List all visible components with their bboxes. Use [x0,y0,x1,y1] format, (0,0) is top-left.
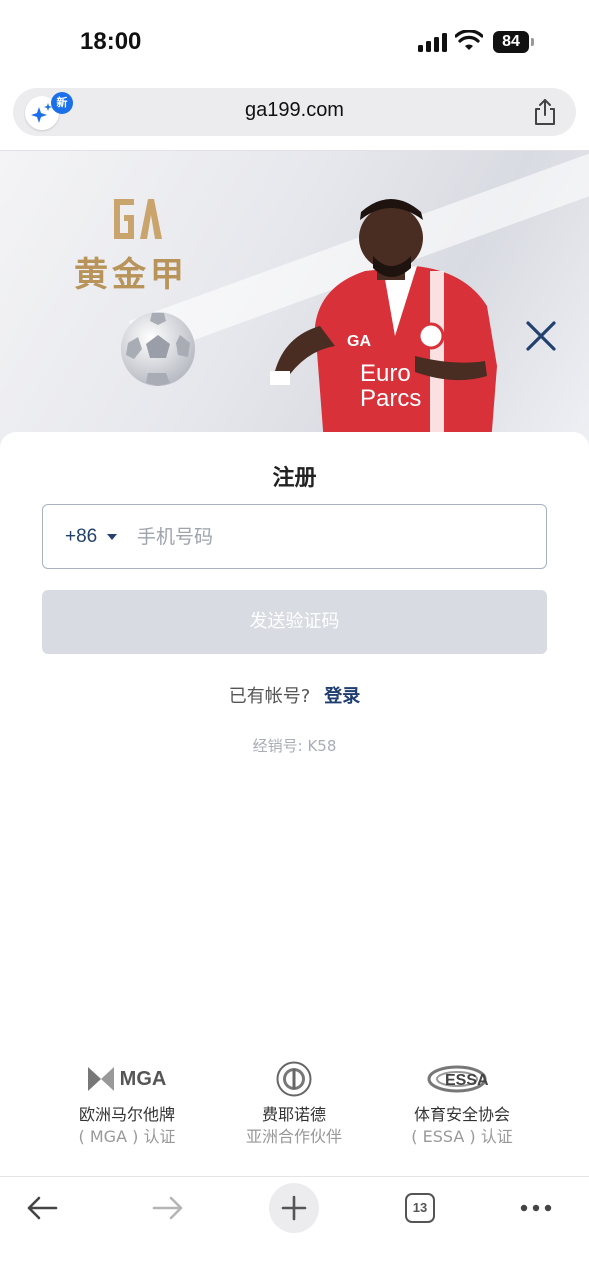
partner-sub: ( MGA ) 认证 [78,1127,176,1146]
brand-name: 黄金甲 [74,255,188,295]
signal-icon [418,32,448,52]
feyenoord-logo [209,1060,379,1098]
tabs-button[interactable]: 13 [395,1183,445,1233]
mga-logo-text: MGA [119,1067,167,1090]
feyenoord-crest-icon [276,1061,312,1097]
have-account-text: 已有帐号? [228,686,311,707]
more-button[interactable] [511,1183,561,1233]
partner-name: 费耶诺德 [261,1105,326,1124]
partner-sub: 亚洲合作伙伴 [245,1127,342,1146]
login-link[interactable]: 登录 [324,686,360,707]
url-text[interactable]: ga199.com [13,99,576,122]
phone-input[interactable] [137,519,527,555]
partner-sub: ( ESSA ) 认证 [411,1127,513,1146]
partner-mga: MGA 欧洲马尔他牌 ( MGA ) 认证 [42,1060,212,1148]
hero-banner: 黄金甲 Euro Parcs GA [0,150,589,450]
essa-logo-text: ESSA [445,1072,489,1089]
mga-logo: MGA [42,1060,212,1098]
svg-text:Euro: Euro [360,360,411,387]
back-arrow-icon [27,1196,58,1220]
plus-icon [281,1195,307,1221]
essa-logo-icon: ESSA [427,1065,489,1093]
partner-name: 体育安全协会 [413,1105,510,1124]
new-tab-button[interactable] [269,1183,319,1233]
status-bar: 18:00 84 [0,0,589,86]
partner-name: 欧洲马尔他牌 [78,1105,175,1124]
dealer-code: 经销号: K58 [252,737,337,755]
partner-essa: ESSA 体育安全协会 ( ESSA ) 认证 [377,1060,547,1148]
forward-button[interactable] [143,1183,193,1233]
phone-field[interactable]: +86 [42,504,547,569]
share-icon[interactable] [532,98,558,126]
tab-count-icon: 13 [405,1193,435,1223]
player-image: Euro Parcs GA [270,199,497,450]
country-code-select[interactable]: +86 [65,526,97,548]
status-time: 18:00 [80,28,142,55]
essa-logo: ESSA [377,1060,547,1098]
ga-logo-icon [114,199,162,239]
svg-text:Parcs: Parcs [360,385,421,412]
mga-logo-icon [87,1067,114,1091]
forward-arrow-icon [152,1196,183,1220]
close-icon[interactable] [524,319,558,353]
partner-feyenoord: 费耶诺德 亚洲合作伙伴 [209,1060,379,1148]
address-bar[interactable]: 新 ga199.com [13,88,576,136]
battery-icon: 84 [493,31,534,53]
wifi-icon [455,30,483,50]
login-row: 已有帐号? 登录 [0,682,589,708]
send-code-button[interactable]: 发送验证码 [42,590,547,654]
soccer-ball-icon [121,312,195,386]
chevron-down-icon[interactable] [107,534,117,540]
more-dots-icon [520,1204,552,1212]
svg-text:GA: GA [347,333,371,350]
browser-toolbar: 13 [0,1176,589,1280]
back-button[interactable] [17,1183,67,1233]
page-title: 注册 [272,466,317,491]
